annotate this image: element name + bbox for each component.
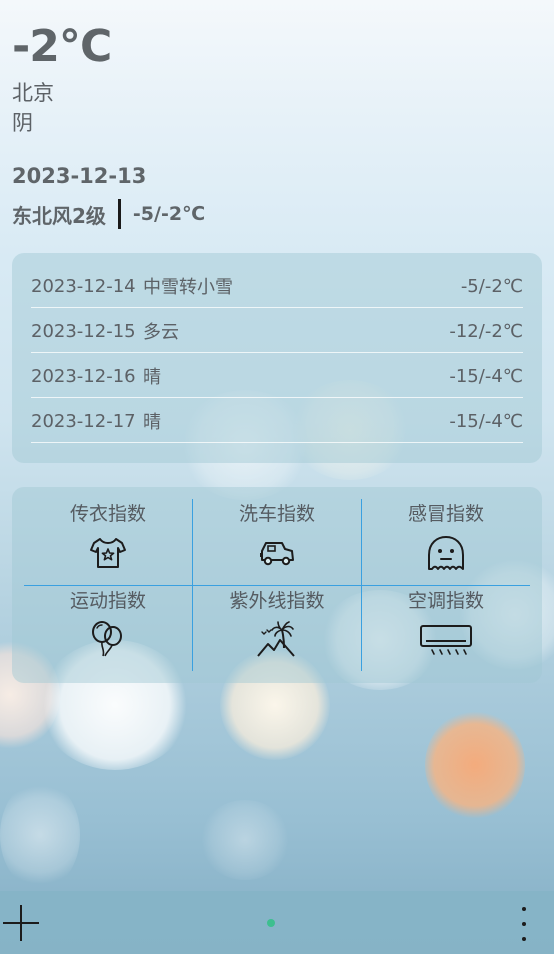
forecast-date: 2023-12-17	[31, 410, 136, 432]
current-weather: -2℃ 北京 阴	[12, 20, 432, 138]
forecast-condition: 中雪转小雪	[143, 277, 233, 298]
today-temperature-range: -5/-2℃	[132, 203, 206, 225]
balloons-icon	[92, 621, 122, 657]
bokeh-light	[0, 780, 80, 890]
forecast-range: -5/-2℃	[460, 275, 523, 297]
forecast-date: 2023-12-16	[31, 365, 136, 387]
index-label: 紫外线指数	[229, 590, 325, 612]
current-temperature: -2℃	[12, 21, 112, 72]
palm-island-icon	[257, 621, 295, 657]
forecast-date: 2023-12-14	[31, 275, 136, 297]
bokeh-light	[200, 800, 290, 880]
forecast-row[interactable]: 2023-12-16 晴 -15/-4℃	[31, 353, 523, 398]
divider	[117, 199, 121, 229]
wind-text: 东北风2级	[12, 203, 106, 228]
index-label: 感冒指数	[407, 503, 484, 525]
index-car-wash[interactable]: 洗车指数	[193, 499, 361, 585]
forecast-range: -15/-4℃	[449, 365, 523, 387]
wind-and-range: 东北风2级 -5/-2℃	[12, 198, 205, 230]
vertical-dots-icon[interactable]	[514, 905, 534, 943]
life-index-grid: 传衣指数 洗车指数 感冒指数 运动指数 紫外线指数 空调指数	[12, 487, 542, 683]
forecast-list: 2023-12-14 中雪转小雪 -5/-2℃ 2023-12-15 多云 -1…	[12, 253, 542, 463]
bokeh-light	[425, 710, 525, 820]
page-indicator-dot	[267, 919, 275, 927]
index-air-conditioner[interactable]: 空调指数	[362, 586, 530, 672]
index-cold[interactable]: 感冒指数	[362, 499, 530, 585]
forecast-row[interactable]: 2023-12-17 晴 -15/-4℃	[31, 398, 523, 443]
city-name: 北京	[12, 81, 54, 105]
index-uv[interactable]: 紫外线指数	[193, 586, 361, 672]
forecast-condition: 多云	[143, 322, 179, 343]
bottom-bar	[0, 891, 554, 954]
forecast-condition: 晴	[143, 412, 161, 433]
forecast-row[interactable]: 2023-12-14 中雪转小雪 -5/-2℃	[31, 263, 523, 308]
tshirt-icon	[90, 538, 126, 568]
air-conditioner-icon	[420, 625, 472, 655]
index-clothing[interactable]: 传衣指数	[24, 499, 192, 585]
plus-icon[interactable]	[2, 905, 40, 943]
index-label: 运动指数	[69, 590, 146, 612]
background	[0, 0, 554, 954]
index-label: 空调指数	[407, 590, 484, 612]
index-sport[interactable]: 运动指数	[24, 586, 192, 672]
index-label: 洗车指数	[238, 503, 315, 525]
forecast-row[interactable]: 2023-12-15 多云 -12/-2℃	[31, 308, 523, 353]
ghost-icon	[428, 536, 464, 570]
car-icon	[260, 542, 294, 566]
forecast-date: 2023-12-15	[31, 320, 136, 342]
current-condition: 阴	[12, 111, 33, 135]
current-date: 2023-12-13	[12, 164, 147, 188]
forecast-range: -15/-4℃	[449, 410, 523, 432]
forecast-condition: 晴	[143, 367, 161, 388]
forecast-range: -12/-2℃	[449, 320, 523, 342]
index-label: 传衣指数	[69, 503, 146, 525]
